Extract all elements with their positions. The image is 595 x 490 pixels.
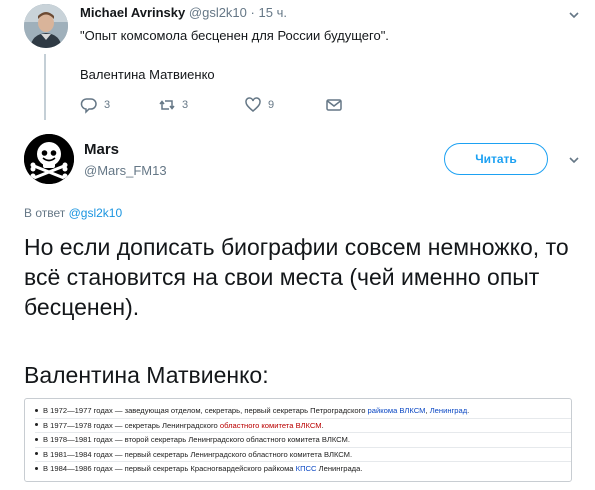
like-icon <box>244 96 262 114</box>
timestamp[interactable]: 15 ч. <box>259 5 287 20</box>
dm-icon <box>325 96 343 114</box>
row-text: В 1972—1977 годах — заведующая отделом, … <box>43 406 368 415</box>
skull-icon <box>24 134 74 184</box>
reply-count: 3 <box>104 99 111 111</box>
reply-mention-link[interactable]: @gsl2k10 <box>69 206 123 220</box>
wiki-link: Ленинград <box>429 406 468 415</box>
avatar[interactable] <box>24 134 74 184</box>
tweet-text: "Опыт комсомола бесценен для России буду… <box>80 28 389 43</box>
like-button[interactable]: 9 <box>244 96 274 114</box>
retweet-count: 3 <box>182 99 189 111</box>
reply-button[interactable]: 3 <box>80 96 110 114</box>
retweet-button[interactable]: 3 <box>158 96 188 114</box>
reply-prefix: В ответ <box>24 206 66 220</box>
like-count: 9 <box>268 99 275 111</box>
thread-line <box>44 54 46 120</box>
biography-list: В 1972—1977 годах — заведующая отделом, … <box>35 404 571 477</box>
chevron-down-icon[interactable] <box>568 154 580 166</box>
avatar[interactable] <box>24 4 68 48</box>
row-text: В 1981—1984 годах — первый секретарь Лен… <box>43 449 353 459</box>
list-item: В 1978—1981 годах — второй секретарь Лен… <box>35 433 571 448</box>
tweet-text: Но если дописать биографии совсем немнож… <box>24 234 569 320</box>
list-item: В 1984—1986 годах — первый секретарь Кра… <box>35 462 571 477</box>
list-item: В 1977—1978 годах — секретарь Ленинградс… <box>35 419 571 434</box>
tweet-actions: 3 3 9 <box>80 96 380 114</box>
tweet-text-name: Валентина Матвиенко: <box>24 362 269 388</box>
row-text: . <box>467 406 470 415</box>
author-name[interactable]: Michael Avrinsky <box>80 5 185 20</box>
parent-tweet[interactable]: Michael Avrinsky @gsl2k10 · 15 ч. "Опыт … <box>0 0 595 120</box>
author-handle[interactable]: @Mars_FM13 <box>84 163 167 178</box>
chevron-down-icon[interactable] <box>568 9 580 21</box>
reply-icon <box>80 96 98 114</box>
tweet-header: Michael Avrinsky @gsl2k10 · 15 ч. <box>80 5 287 20</box>
list-item: В 1981—1984 годах — первый секретарь Лен… <box>35 448 571 463</box>
list-item: В 1972—1977 годах — заведующая отделом, … <box>35 404 571 419</box>
follow-button[interactable]: Читать <box>444 143 548 175</box>
attached-image[interactable]: В 1972—1977 годах — заведующая отделом, … <box>24 398 572 482</box>
reply-context: В ответ @gsl2k10 <box>24 206 122 220</box>
row-text: В 1978—1981 годах — второй секретарь Лен… <box>43 435 350 445</box>
row-text: В 1984—1986 годах — первый секретарь Кра… <box>43 464 296 474</box>
author-handle[interactable]: @gsl2k10 <box>189 5 247 20</box>
separator: · <box>250 5 255 20</box>
row-text: Ленинграда. <box>316 464 363 474</box>
tweet-text-line2: Валентина Матвиенко <box>80 67 215 82</box>
author-name[interactable]: Mars <box>84 141 119 158</box>
retweet-icon <box>158 96 176 114</box>
row-text: В 1977—1978 годах — секретарь Ленинградс… <box>43 420 220 430</box>
dm-button[interactable] <box>325 96 349 114</box>
wiki-link: райкома ВЛКСМ <box>367 406 426 415</box>
row-text: . <box>321 420 324 430</box>
wiki-link: КПСС <box>295 464 317 474</box>
wiki-redlink: областного комитета ВЛКСМ <box>219 420 322 430</box>
